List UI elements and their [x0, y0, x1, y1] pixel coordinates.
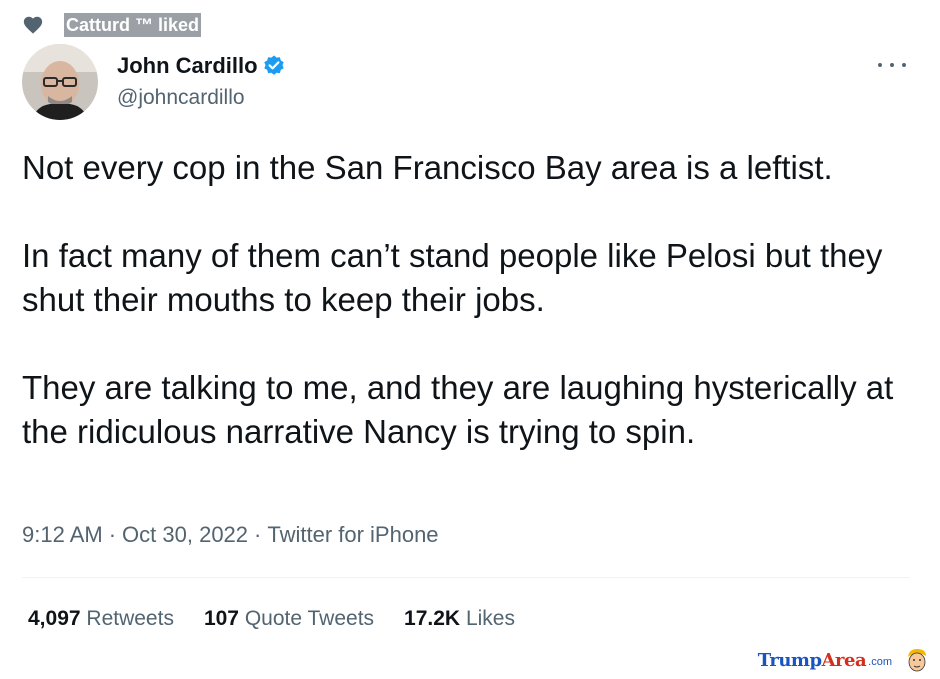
watermark-area: Area	[821, 649, 867, 671]
watermark-com: .com	[868, 656, 892, 668]
likes-count: 17.2K	[404, 607, 461, 630]
avatar[interactable]	[22, 44, 98, 120]
engagement-stats: 4,097 Retweets 107 Quote Tweets 17.2K Li…	[28, 605, 545, 633]
tweet-text: Not every cop in the San Francisco Bay a…	[22, 146, 922, 454]
separator: ·	[108, 522, 117, 547]
quote-tweets-stat[interactable]: 107 Quote Tweets	[204, 605, 374, 633]
heart-icon	[23, 16, 43, 34]
quote-tweets-count: 107	[203, 607, 239, 630]
tweet-paragraph: Not every cop in the San Francisco Bay a…	[22, 149, 833, 186]
tweet-time[interactable]: 9:12 AM	[22, 522, 103, 547]
liked-by-label[interactable]: Catturd ™ liked	[64, 13, 202, 37]
watermark-trump: Trump	[757, 649, 822, 671]
more-dot-icon	[878, 63, 882, 67]
author-block: John Cardillo @johncardillo	[117, 52, 286, 111]
tweet-paragraph: In fact many of them can’t stand people …	[22, 237, 883, 318]
site-watermark: Trump Area .com	[758, 647, 930, 673]
likes-label: Likes	[465, 607, 515, 630]
retweets-label: Retweets	[86, 607, 174, 630]
tweet-paragraph: They are talking to me, and they are lau…	[22, 369, 894, 450]
tweet-date[interactable]: Oct 30, 2022	[122, 522, 248, 547]
separator: ·	[254, 522, 262, 547]
display-name[interactable]: John Cardillo	[117, 52, 258, 80]
more-options-button[interactable]	[878, 58, 906, 72]
more-dot-icon	[890, 63, 894, 67]
social-context: Catturd ™ liked	[22, 12, 202, 38]
handle[interactable]: @johncardillo	[117, 85, 286, 111]
retweets-stat[interactable]: 4,097 Retweets	[28, 605, 174, 633]
likes-stat[interactable]: 17.2K Likes	[404, 605, 515, 633]
avatar-image	[22, 44, 98, 120]
tweet-metadata: 9:12 AM · Oct 30, 2022 · Twitter for iPhone	[22, 520, 439, 550]
more-dot-icon	[902, 63, 906, 67]
divider	[22, 577, 910, 578]
verified-badge-icon	[263, 55, 284, 75]
tweet-source[interactable]: Twitter for iPhone	[267, 522, 438, 547]
retweets-count: 4,097	[28, 607, 81, 630]
watermark-face-icon	[908, 649, 926, 672]
quote-tweets-label: Quote Tweets	[244, 607, 375, 630]
